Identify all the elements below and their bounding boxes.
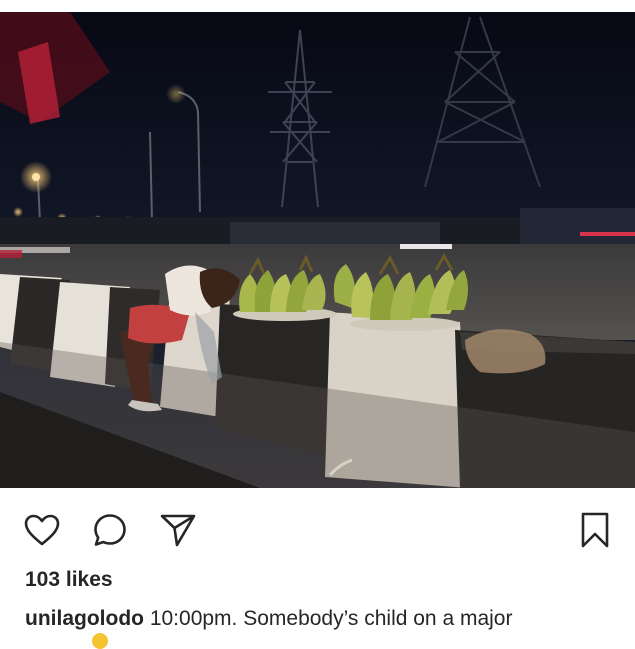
post-caption: unilagolodo 10:00pm. Somebody’s child on…: [25, 607, 512, 631]
caption-username[interactable]: unilagolodo: [25, 607, 144, 630]
emoji-icon: [92, 633, 108, 649]
night-street-photo: [0, 12, 635, 488]
like-button[interactable]: [20, 508, 64, 552]
caption-text: 10:00pm. Somebody’s child on a major: [143, 607, 513, 630]
heart-outline-icon: [24, 514, 60, 546]
share-button[interactable]: [156, 508, 200, 552]
post-actions-bar: [0, 488, 635, 568]
post-photo[interactable]: [0, 12, 635, 488]
paper-plane-icon: [160, 514, 196, 547]
bookmark-outline-icon: [581, 512, 609, 548]
speech-bubble-icon: [94, 514, 126, 546]
save-button[interactable]: [573, 508, 617, 552]
like-count[interactable]: 103 likes: [25, 568, 113, 592]
comment-button[interactable]: [88, 508, 132, 552]
